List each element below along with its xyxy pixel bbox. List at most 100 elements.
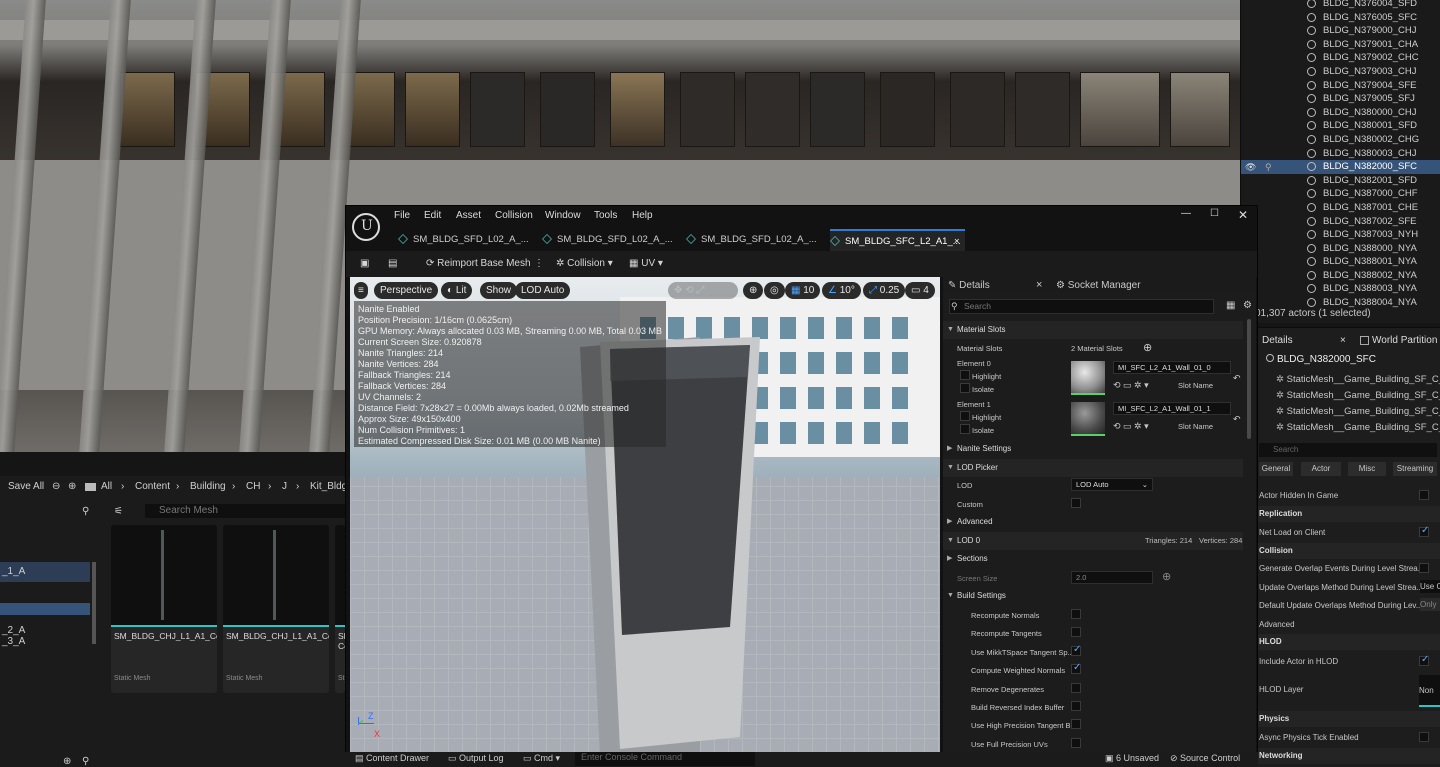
component-item[interactable]: ✲ StaticMesh__Game_Building_SF_C_K (1276, 422, 1440, 433)
outliner-row[interactable]: BLDG_N382001_SFD (1241, 174, 1440, 188)
material-thumbnail[interactable] (1071, 361, 1105, 395)
asset-tile[interactable]: SM_BLDG_CHJ_L1_A1_CornerEx_01_N1 Static … (111, 525, 217, 693)
close-tab-icon[interactable]: × (954, 231, 960, 253)
isolate-checkbox[interactable] (960, 424, 970, 434)
search-mesh-input[interactable]: Search Mesh (145, 504, 345, 518)
browse-icon[interactable]: ▤ (388, 253, 397, 275)
outliner-row[interactable]: BLDG_N380000_CHJ (1241, 106, 1440, 120)
surface-snap-icon[interactable]: ◎ (764, 282, 785, 299)
breadcrumb-item[interactable]: All (101, 481, 112, 492)
static-mesh-editor[interactable]: U File Edit Asset Collision Window Tools Help … (345, 205, 1258, 767)
default-update-dropdown[interactable]: Only (1420, 598, 1440, 611)
section-nanite-settings[interactable]: ▶ Nanite Settings (943, 440, 1243, 458)
build-setting-checkbox[interactable] (1071, 609, 1081, 619)
outliner-row[interactable]: BLDG_N376004_SFD (1241, 0, 1440, 11)
collision-dropdown[interactable]: ✲ Collision ▾ (556, 253, 613, 275)
component-item[interactable]: ✲ StaticMesh__Game_Building_SF_C_K (1276, 390, 1440, 401)
tab-asset[interactable]: SM_BLDG_SFD_L02_A_... (542, 229, 673, 251)
save-all-button[interactable]: Save All (8, 481, 44, 492)
isolate-checkbox[interactable] (960, 383, 970, 393)
add-icon[interactable]: ⊕ (1162, 570, 1171, 583)
tab-asset[interactable]: SM_BLDG_SFC_L2_A1_... × (830, 229, 965, 251)
reset-icon[interactable]: ↶ (1233, 414, 1241, 425)
lit-button[interactable]: ◐ Lit (441, 282, 473, 299)
settings-gear-icon[interactable]: ⚙ (1243, 300, 1252, 311)
section-material-slots[interactable]: ▼ Material Slots (943, 321, 1243, 339)
camera-speed-button[interactable]: ▭ 4 (905, 282, 935, 299)
search-icon[interactable]: ⚲ (82, 506, 89, 517)
asset-tile[interactable]: SM_BLDG_CHJ_L1_A1_CornerExL_01_N1 Static… (223, 525, 329, 693)
build-setting-checkbox[interactable] (1071, 719, 1081, 730)
details-search-input[interactable]: Search (949, 299, 1214, 314)
section-sections[interactable]: ▶ Sections (943, 550, 1243, 568)
build-setting-checkbox[interactable] (1071, 644, 1081, 656)
content-browser[interactable]: Save All ⊖ ⊕ All › Content › Building › CH › J › K… (0, 476, 353, 767)
breadcrumb-item[interactable]: Building (190, 481, 226, 492)
material-picker[interactable]: MI_SFC_L2_A1_Wall_01_1 (1113, 402, 1231, 415)
tab-asset[interactable]: SM_BLDG_SFD_L02_A_... (686, 229, 817, 251)
output-log-button[interactable]: ▭ Output Log (448, 753, 504, 764)
unreal-logo-icon[interactable]: U (352, 213, 380, 241)
section-collision[interactable]: Collision (1256, 543, 1440, 559)
advanced-expander[interactable]: Advanced (1259, 620, 1295, 629)
search-icon[interactable]: ⚲ (82, 756, 89, 767)
tab-details[interactable]: Details (1262, 332, 1293, 350)
menu-collision[interactable]: Collision (495, 210, 533, 221)
outliner-row[interactable]: BLDG_N380002_CHG (1241, 133, 1440, 147)
breadcrumb-item[interactable]: J (282, 481, 287, 492)
component-item[interactable]: ✲ StaticMesh__Game_Building_SF_C_K (1276, 374, 1440, 385)
net-load-checkbox[interactable] (1419, 525, 1429, 537)
cmd-dropdown[interactable]: ▭ Cmd ▾ (523, 753, 560, 764)
outliner-row[interactable]: BLDG_N379005_SFJ (1241, 92, 1440, 106)
transform-tools[interactable]: ✥ ⟲ ⤢ (668, 282, 738, 299)
breadcrumb-item[interactable]: Content (135, 481, 170, 492)
build-setting-checkbox[interactable] (1071, 662, 1081, 675)
menu-asset[interactable]: Asset (456, 210, 481, 221)
custom-checkbox[interactable] (1071, 498, 1081, 508)
filter-icon[interactable]: ⚟ (114, 506, 123, 517)
lod-button[interactable]: LOD Auto (515, 282, 571, 299)
visibility-eye-icon[interactable]: 👁 (1245, 161, 1256, 175)
history-back-icon[interactable]: ⊖ (52, 481, 60, 492)
outliner-row[interactable]: BLDG_N379001_CHA (1241, 38, 1440, 52)
async-physics-checkbox[interactable] (1419, 732, 1429, 742)
actor-hidden-checkbox[interactable] (1419, 490, 1429, 500)
gen-overlap-checkbox[interactable] (1419, 563, 1429, 573)
coord-space-icon[interactable]: ⊕ (743, 282, 764, 299)
folder-item[interactable]: _3_A (2, 636, 25, 647)
outliner-row[interactable]: BLDG_N379003_CHJ (1241, 65, 1440, 79)
maximize-icon[interactable]: ☐ (1210, 208, 1219, 219)
outliner-row[interactable]: BLDG_N388000_NYA (1241, 242, 1440, 256)
more-icon[interactable]: ⋮ (534, 253, 544, 275)
section-lod0[interactable]: ▼ LOD 0 Triangles: 214 Vertices: 284 (943, 532, 1243, 550)
section-lod-picker[interactable]: ▼ LOD Picker (943, 459, 1243, 477)
lod-dropdown[interactable]: LOD Auto ⌄ (1071, 478, 1153, 491)
outliner-row[interactable]: BLDG_N387000_CHF (1241, 187, 1440, 201)
menu-edit[interactable]: Edit (424, 210, 441, 221)
outliner-row[interactable]: BLDG_N380003_CHJ (1241, 147, 1440, 161)
source-control-button[interactable]: ⊘ Source Control (1170, 753, 1240, 764)
asset-tile[interactable]: SM Cc St (335, 525, 345, 693)
outliner-row[interactable]: BLDG_N380001_SFD (1241, 119, 1440, 133)
filter-general[interactable]: General (1259, 462, 1293, 476)
outliner-row-selected[interactable]: 👁 ⚲ BLDG_N382000_SFC (1241, 160, 1440, 174)
filter-actor[interactable]: Actor (1301, 462, 1341, 476)
minimize-icon[interactable]: — (1181, 208, 1191, 219)
tab-socket-manager[interactable]: ⚙ Socket Manager (1056, 280, 1141, 291)
scale-snap-button[interactable]: ⤢ 0.25 (863, 282, 906, 299)
reimport-button[interactable]: ⟳ Reimport Base Mesh (426, 253, 531, 275)
update-overlaps-dropdown[interactable]: Use C (1420, 580, 1440, 593)
add-icon[interactable]: ⊕ (63, 756, 71, 767)
add-slot-icon[interactable]: ⊕ (1143, 341, 1152, 354)
build-setting-checkbox[interactable] (1071, 627, 1081, 638)
screen-size-input[interactable]: 2.0 (1071, 571, 1153, 584)
highlight-checkbox[interactable] (960, 411, 970, 421)
content-drawer-button[interactable]: ▤ Content Drawer (355, 753, 429, 764)
table-view-icon[interactable]: ▦ (1226, 300, 1235, 311)
menu-window[interactable]: Window (545, 210, 581, 221)
tab-world-partition[interactable]: World Partition (1358, 332, 1437, 350)
section-build-settings[interactable]: ▼ Build Settings (943, 587, 1243, 605)
close-icon[interactable]: × (1340, 332, 1346, 350)
folder-item[interactable]: _2_A (2, 625, 25, 636)
build-setting-checkbox[interactable] (1071, 737, 1081, 748)
